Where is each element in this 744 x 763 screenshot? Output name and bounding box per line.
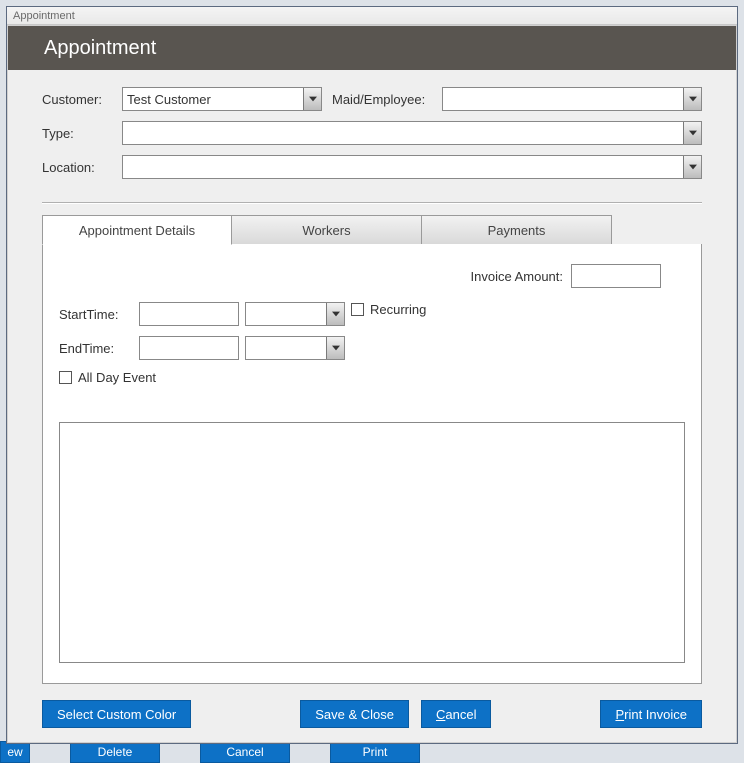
notes-textarea[interactable] bbox=[59, 422, 685, 663]
save-close-button[interactable]: Save & Close bbox=[300, 700, 409, 728]
bg-button-new[interactable]: ew bbox=[0, 741, 30, 763]
maid-label: Maid/Employee: bbox=[332, 92, 442, 107]
end-time-select[interactable] bbox=[245, 336, 345, 360]
tab-label: Appointment Details bbox=[79, 223, 195, 238]
start-date-input[interactable] bbox=[139, 302, 239, 326]
bg-button-label: Delete bbox=[98, 745, 133, 759]
location-select[interactable] bbox=[122, 155, 702, 179]
button-label: Save & Close bbox=[315, 707, 394, 722]
maid-select[interactable] bbox=[442, 87, 702, 111]
bg-button-cancel[interactable]: Cancel bbox=[200, 741, 290, 763]
tabs: Appointment Details Workers Payments Inv… bbox=[42, 215, 702, 684]
tabstrip: Appointment Details Workers Payments bbox=[42, 215, 702, 245]
chevron-down-icon bbox=[326, 337, 344, 359]
recurring-checkbox[interactable] bbox=[351, 303, 364, 316]
divider bbox=[42, 202, 702, 203]
bg-button-print[interactable]: Print bbox=[330, 741, 420, 763]
endtime-label: EndTime: bbox=[59, 341, 139, 356]
cancel-button[interactable]: Cancel bbox=[421, 700, 491, 728]
tab-payments[interactable]: Payments bbox=[422, 215, 612, 245]
allday-label: All Day Event bbox=[78, 370, 156, 385]
footer-buttons: Select Custom Color Save & Close Cancel … bbox=[42, 700, 702, 728]
customer-select[interactable]: Test Customer bbox=[122, 87, 322, 111]
header-band: Appointment bbox=[8, 26, 736, 70]
tab-workers[interactable]: Workers bbox=[232, 215, 422, 245]
type-select[interactable] bbox=[122, 121, 702, 145]
bg-button-label: ew bbox=[7, 745, 22, 759]
form-top: Customer: Test Customer Maid/Employee: T… bbox=[8, 70, 736, 196]
tab-appointment-details[interactable]: Appointment Details bbox=[42, 215, 232, 245]
window-title: Appointment bbox=[13, 10, 75, 22]
chevron-down-icon bbox=[683, 122, 701, 144]
tab-label: Workers bbox=[302, 223, 350, 238]
bg-button-label: Cancel bbox=[226, 745, 263, 759]
chevron-down-icon bbox=[303, 88, 321, 110]
button-label: Cancel bbox=[436, 707, 476, 722]
allday-checkbox[interactable] bbox=[59, 371, 72, 384]
bg-button-label: Print bbox=[363, 745, 388, 759]
customer-value: Test Customer bbox=[127, 92, 211, 107]
recurring-label: Recurring bbox=[370, 302, 426, 317]
window-body: Appointment Customer: Test Customer Maid… bbox=[7, 25, 737, 743]
window-titlebar: Appointment bbox=[7, 7, 737, 25]
appointment-window: Appointment Appointment Customer: Test C… bbox=[6, 6, 738, 744]
type-label: Type: bbox=[42, 126, 122, 141]
end-date-input[interactable] bbox=[139, 336, 239, 360]
select-custom-color-button[interactable]: Select Custom Color bbox=[42, 700, 191, 728]
invoice-amount-label: Invoice Amount: bbox=[471, 269, 564, 284]
chevron-down-icon bbox=[683, 88, 701, 110]
customer-label: Customer: bbox=[42, 92, 122, 107]
button-label: Print Invoice bbox=[615, 707, 687, 722]
bg-button-delete[interactable]: Delete bbox=[70, 741, 160, 763]
tab-panel-details: Invoice Amount: StartTime: Re bbox=[42, 244, 702, 684]
print-invoice-button[interactable]: Print Invoice bbox=[600, 700, 702, 728]
invoice-amount-input[interactable] bbox=[571, 264, 661, 288]
chevron-down-icon bbox=[326, 303, 344, 325]
button-label: Select Custom Color bbox=[57, 707, 176, 722]
chevron-down-icon bbox=[683, 156, 701, 178]
location-label: Location: bbox=[42, 160, 122, 175]
tab-label: Payments bbox=[488, 223, 546, 238]
start-time-select[interactable] bbox=[245, 302, 345, 326]
page-title: Appointment bbox=[44, 37, 156, 60]
starttime-label: StartTime: bbox=[59, 307, 139, 322]
